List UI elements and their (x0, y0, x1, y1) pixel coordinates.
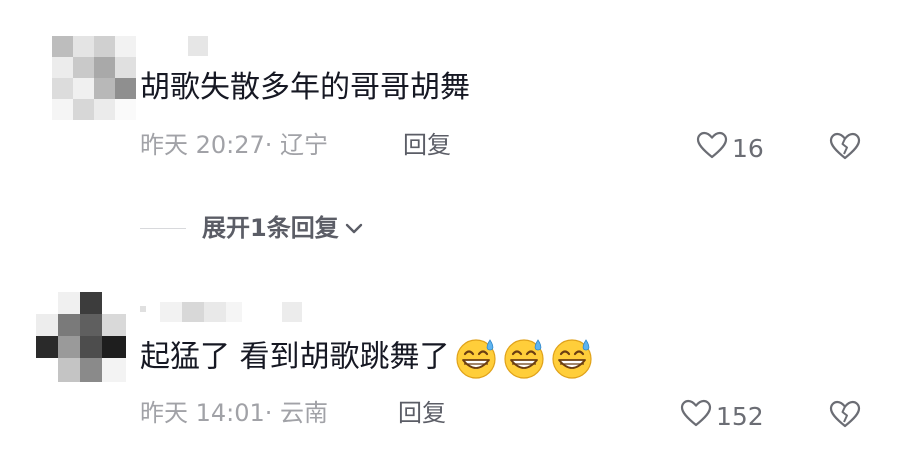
heart-outline-icon (696, 131, 728, 166)
like-button[interactable]: 16 (696, 131, 764, 166)
grinning-sweat-emoji-icon (455, 339, 496, 379)
dislike-button[interactable] (829, 400, 861, 432)
like-count: 152 (716, 401, 764, 431)
reply-button[interactable]: 回复 (403, 130, 451, 160)
expand-replies-button[interactable]: 展开1条回复 (140, 213, 365, 243)
like-button[interactable]: 152 (680, 399, 764, 434)
username[interactable] (188, 36, 208, 56)
grinning-sweat-emoji-icon (503, 339, 544, 379)
broken-heart-icon (829, 400, 861, 432)
chevron-down-icon (343, 217, 365, 239)
comment-text: 胡歌失散多年的哥哥胡舞 (140, 70, 470, 105)
grinning-sweat-emoji-icon (551, 339, 592, 379)
emoji-row (450, 339, 594, 379)
avatar[interactable] (36, 292, 126, 382)
heart-outline-icon (680, 399, 712, 434)
comment-text-body: 起猛了 看到胡歌跳舞了 (140, 339, 450, 375)
divider (140, 227, 186, 229)
like-count: 16 (732, 133, 764, 163)
comment-time: 昨天 14:01 (140, 399, 265, 427)
dislike-button[interactable] (829, 132, 861, 164)
comment-time: 昨天 20:27 (140, 131, 265, 159)
comment-location: · 辽宁 (264, 131, 329, 159)
reply-button[interactable]: 回复 (398, 398, 446, 428)
comment-meta: 昨天 14:01· 云南 (140, 398, 328, 428)
comment-meta: 昨天 20:27· 辽宁 (140, 130, 328, 160)
broken-heart-icon (829, 132, 861, 164)
comment-location: · 云南 (264, 399, 329, 427)
avatar[interactable] (52, 36, 136, 120)
expand-replies-label: 展开1条回复 (202, 214, 339, 242)
comment-text: 起猛了 看到胡歌跳舞了 (140, 336, 594, 380)
